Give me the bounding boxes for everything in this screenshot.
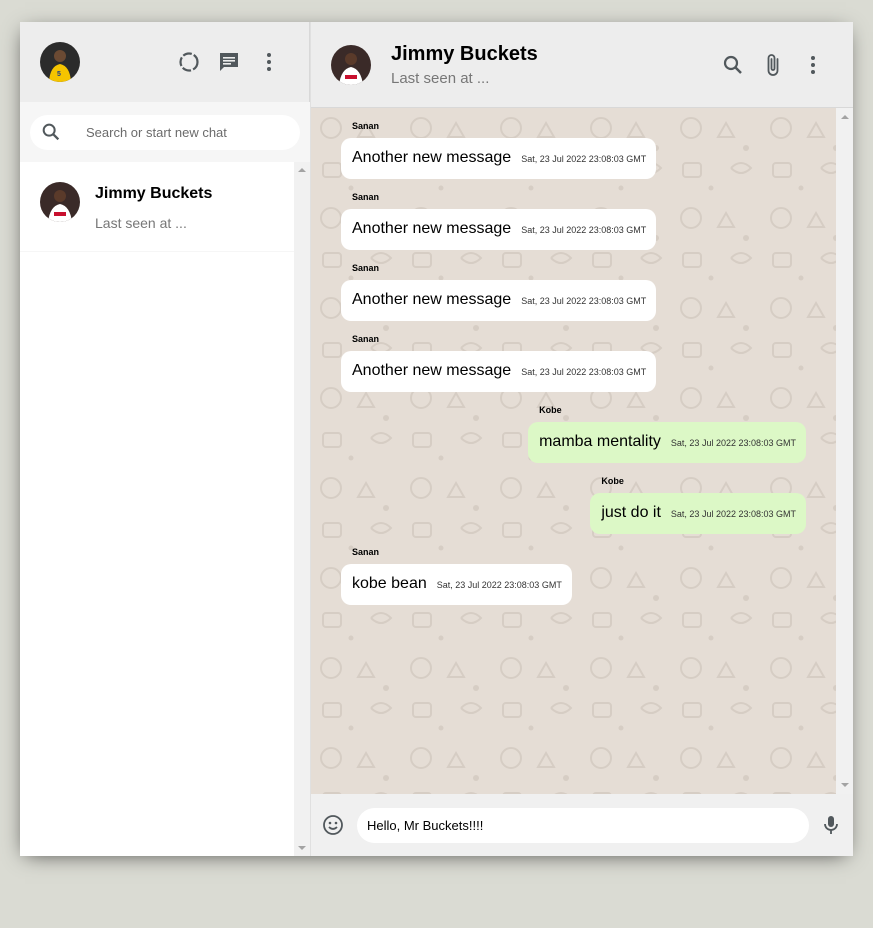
message-sender: Kobe xyxy=(601,476,624,486)
chat-header-actions xyxy=(713,45,833,85)
chat-item-info: Jimmy Buckets Last seen at ... xyxy=(95,182,212,231)
sidebar-scrollbar[interactable] xyxy=(294,162,310,856)
message-list: Sanan Another new message Sat, 23 Jul 20… xyxy=(311,108,836,794)
message-text: Another new message xyxy=(352,149,512,166)
chat-footer xyxy=(311,794,853,856)
message-timestamp: Sat, 23 Jul 2022 23:08:03 GMT xyxy=(670,509,796,519)
message-row: Sanan Another new message Sat, 23 Jul 20… xyxy=(341,334,806,405)
message-timestamp: Sat, 23 Jul 2022 23:08:03 GMT xyxy=(436,580,562,590)
message-text: Another new message xyxy=(352,362,512,379)
message-text: Another new message xyxy=(352,291,512,308)
app-window: 5 Search or start new chat Jimmy Buckets… xyxy=(20,22,853,856)
message-text: just do it xyxy=(601,504,661,521)
message-bubble[interactable]: mamba mentality Sat, 23 Jul 2022 23:08:0… xyxy=(528,422,806,463)
message-row: Kobe just do it Sat, 23 Jul 2022 23:08:0… xyxy=(341,476,806,547)
message-timestamp: Sat, 23 Jul 2022 23:08:03 GMT xyxy=(521,225,647,235)
search-icon[interactable] xyxy=(713,45,753,85)
message-text: kobe bean xyxy=(352,575,427,592)
sidebar-search xyxy=(20,102,310,162)
chat-header-status: Last seen at ... xyxy=(391,69,490,87)
svg-text:5: 5 xyxy=(57,71,61,78)
sidebar-header-actions xyxy=(169,42,289,82)
message: Sanan kobe bean Sat, 23 Jul 2022 23:08:0… xyxy=(341,547,572,605)
message-row: Sanan kobe bean Sat, 23 Jul 2022 23:08:0… xyxy=(341,547,806,618)
message: Sanan Another new message Sat, 23 Jul 20… xyxy=(341,192,657,250)
chat-panel: Jimmy Buckets Last seen at ... Sanan Ano… xyxy=(311,22,853,856)
sidebar: 5 Search or start new chat Jimmy Buckets… xyxy=(20,22,311,856)
message: Sanan Another new message Sat, 23 Jul 20… xyxy=(341,121,657,179)
message-bubble[interactable]: kobe bean Sat, 23 Jul 2022 23:08:03 GMT xyxy=(341,564,572,605)
scroll-up-arrow-icon[interactable] xyxy=(298,168,306,172)
chat-header: Jimmy Buckets Last seen at ... xyxy=(311,22,853,108)
message-sender: Sanan xyxy=(352,121,380,131)
message-sender: Sanan xyxy=(352,547,380,557)
message-row: Sanan Another new message Sat, 23 Jul 20… xyxy=(341,192,806,263)
search-icon xyxy=(40,121,62,143)
chat-header-avatar[interactable] xyxy=(331,44,371,85)
message: Sanan Another new message Sat, 23 Jul 20… xyxy=(341,263,657,321)
message-timestamp: Sat, 23 Jul 2022 23:08:03 GMT xyxy=(521,367,647,377)
attach-icon[interactable] xyxy=(753,45,793,85)
chat-list: Jimmy Buckets Last seen at ... xyxy=(20,162,310,856)
message-timestamp: Sat, 23 Jul 2022 23:08:03 GMT xyxy=(521,296,647,306)
more-vert-icon[interactable] xyxy=(249,42,289,82)
search-container xyxy=(30,114,300,150)
message-sender: Kobe xyxy=(539,405,562,415)
message-input-container xyxy=(357,807,809,843)
sidebar-header: 5 xyxy=(20,22,310,102)
message-sender: Sanan xyxy=(352,334,380,344)
status-icon[interactable] xyxy=(169,42,209,82)
chat-scrollbar[interactable] xyxy=(836,108,853,794)
message: Sanan Another new message Sat, 23 Jul 20… xyxy=(341,334,657,392)
message-sender: Sanan xyxy=(352,263,380,273)
message: Kobe mamba mentality Sat, 23 Jul 2022 23… xyxy=(528,405,806,476)
chat-header-name: Jimmy Buckets xyxy=(391,42,538,65)
chat-body: Sanan Another new message Sat, 23 Jul 20… xyxy=(311,108,853,794)
chat-item-last-message: Last seen at ... xyxy=(95,215,187,231)
contact-avatar xyxy=(40,182,80,222)
message-timestamp: Sat, 23 Jul 2022 23:08:03 GMT xyxy=(670,438,796,448)
more-vert-icon[interactable] xyxy=(793,45,833,85)
message-row: Sanan Another new message Sat, 23 Jul 20… xyxy=(341,263,806,334)
message-bubble[interactable]: Another new message Sat, 23 Jul 2022 23:… xyxy=(341,280,657,321)
message-timestamp: Sat, 23 Jul 2022 23:08:03 GMT xyxy=(521,154,647,164)
message-bubble[interactable]: Another new message Sat, 23 Jul 2022 23:… xyxy=(341,209,657,250)
new-chat-icon[interactable] xyxy=(209,42,249,82)
chat-list-item[interactable]: Jimmy Buckets Last seen at ... xyxy=(20,162,295,252)
scroll-down-arrow-icon[interactable] xyxy=(841,783,849,787)
scroll-down-arrow-icon[interactable] xyxy=(298,846,306,850)
message-text: mamba mentality xyxy=(539,433,661,450)
chat-item-name: Jimmy Buckets xyxy=(95,185,213,202)
message-bubble[interactable]: Another new message Sat, 23 Jul 2022 23:… xyxy=(341,351,657,392)
mic-icon[interactable] xyxy=(819,805,843,845)
message-sender: Sanan xyxy=(352,192,380,202)
user-avatar[interactable]: 5 xyxy=(40,42,80,82)
message-input[interactable] xyxy=(367,817,799,833)
message-row: Sanan Another new message Sat, 23 Jul 20… xyxy=(341,121,806,192)
scroll-up-arrow-icon[interactable] xyxy=(841,115,849,119)
emoji-icon[interactable] xyxy=(321,805,345,845)
message: Kobe just do it Sat, 23 Jul 2022 23:08:0… xyxy=(590,476,806,547)
message-bubble[interactable]: just do it Sat, 23 Jul 2022 23:08:03 GMT xyxy=(590,493,806,534)
message-bubble[interactable]: Another new message Sat, 23 Jul 2022 23:… xyxy=(341,138,657,179)
message-row: Kobe mamba mentality Sat, 23 Jul 2022 23… xyxy=(341,405,806,476)
message-text: Another new message xyxy=(352,220,512,237)
chat-header-info: Jimmy Buckets Last seen at ... xyxy=(391,43,713,87)
search-input[interactable] xyxy=(86,124,266,140)
